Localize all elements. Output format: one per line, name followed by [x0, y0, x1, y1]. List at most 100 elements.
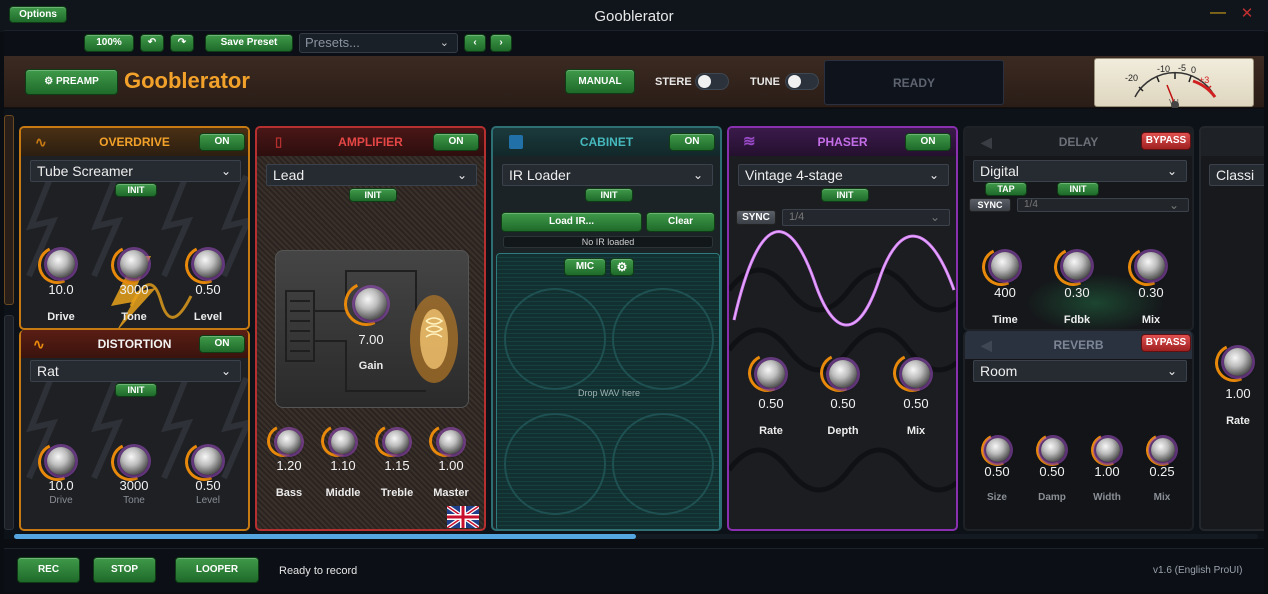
clear-ir-button[interactable]: Clear: [646, 212, 715, 232]
preamp-button[interactable]: ⚙ PREAMP: [25, 69, 118, 95]
reverb-module: ◀ REVERB BYPASS Room ⌄ 0.50 Size 0.50 Da…: [963, 331, 1194, 531]
delay-bypass-button[interactable]: BYPASS: [1141, 132, 1191, 150]
stop-button[interactable]: STOP: [93, 557, 156, 583]
chevron-down-icon: ⌄: [1168, 198, 1179, 212]
close-icon[interactable]: ✕: [1239, 6, 1255, 22]
phaser-on-button[interactable]: ON: [905, 133, 951, 151]
zoom-button[interactable]: 100%: [84, 34, 134, 52]
rec-button[interactable]: REC: [17, 557, 80, 583]
record-status: Ready to record: [279, 565, 358, 577]
cabinet-init-button[interactable]: INIT: [585, 188, 633, 202]
ir-drop-zone[interactable]: Drop WAV here: [496, 253, 720, 529]
next-preset-button[interactable]: ›: [490, 34, 512, 52]
phaser-rate-label: Rate: [759, 425, 783, 437]
overdrive-on-button[interactable]: ON: [199, 133, 245, 151]
amplifier-master-label: Master: [433, 487, 469, 499]
amplifier-treble-value: 1.15: [384, 458, 410, 473]
partial-rate-knob[interactable]: [1224, 348, 1252, 376]
prev-preset-button[interactable]: ‹: [464, 34, 486, 52]
amplifier-gain-knob[interactable]: [355, 288, 387, 320]
amplifier-treble-knob[interactable]: [385, 430, 409, 454]
cabinet-on-button[interactable]: ON: [669, 133, 715, 151]
delay-feedback-knob[interactable]: [1063, 252, 1091, 280]
overdrive-level-knob[interactable]: [194, 250, 222, 278]
save-preset-button[interactable]: Save Preset: [205, 34, 293, 52]
amplifier-middle-value: 1.10: [330, 458, 356, 473]
delay-tap-button[interactable]: TAP: [985, 182, 1027, 196]
amplifier-init-button[interactable]: INIT: [349, 188, 397, 202]
delay-feedback-label: Fdbk: [1063, 314, 1091, 326]
phaser-mix-knob[interactable]: [902, 360, 930, 388]
overdrive-tone-knob[interactable]: [120, 250, 148, 278]
delay-mix-value: 0.30: [1138, 285, 1164, 300]
phaser-mix-value: 0.50: [903, 396, 929, 411]
amplifier-gain-value: 7.00: [358, 332, 384, 347]
reverb-width-knob[interactable]: [1096, 438, 1120, 462]
overdrive-drive-knob[interactable]: [47, 250, 75, 278]
rack-scrollbar-thumb[interactable]: [14, 534, 636, 539]
overdrive-tone-label: Tone: [121, 311, 147, 323]
overdrive-model-select[interactable]: Tube Screamer ⌄: [30, 160, 241, 182]
partial-rate-value: 1.00: [1225, 386, 1251, 401]
minimize-icon[interactable]: —: [1210, 5, 1226, 22]
redo-button[interactable]: ↷: [170, 34, 194, 52]
distortion-tone-knob[interactable]: [120, 447, 148, 475]
phaser-sync-button[interactable]: SYNC: [736, 210, 776, 225]
cabinet-model-select[interactable]: IR Loader ⌄: [502, 164, 713, 186]
partial-model-select[interactable]: Classi: [1209, 164, 1264, 186]
distortion-drive-value: 10.0: [48, 478, 74, 493]
load-ir-button[interactable]: Load IR...: [501, 212, 642, 232]
amplifier-on-button[interactable]: ON: [433, 133, 479, 151]
distortion-title: DISTORTION: [97, 337, 172, 351]
preamp-label: PREAMP: [55, 76, 99, 87]
phaser-init-button[interactable]: INIT: [821, 188, 869, 202]
distortion-init-button[interactable]: INIT: [115, 383, 157, 397]
looper-button[interactable]: LOOPER: [175, 557, 259, 583]
distortion-tone-value: 3000: [119, 478, 149, 493]
delay-sync-button[interactable]: SYNC: [969, 198, 1011, 212]
overdrive-init-button[interactable]: INIT: [115, 183, 157, 197]
distortion-drive-knob[interactable]: [47, 447, 75, 475]
delay-division-value: 1/4: [1024, 199, 1038, 210]
manual-button[interactable]: MANUAL: [565, 69, 635, 94]
amplifier-middle-knob[interactable]: [331, 430, 355, 454]
phaser-depth-knob[interactable]: [829, 360, 857, 388]
tune-toggle[interactable]: [785, 73, 819, 90]
delay-model-select[interactable]: Digital ⌄: [973, 160, 1187, 182]
overdrive-level-label: Level: [193, 311, 223, 323]
reverb-bypass-button[interactable]: BYPASS: [1141, 334, 1191, 352]
waveform-icon: ≋: [743, 133, 756, 150]
delay-division-select[interactable]: 1/4 ⌄: [1017, 198, 1189, 212]
phaser-model-select[interactable]: Vintage 4-stage ⌄: [738, 164, 949, 186]
reverb-size-value: 0.50: [984, 464, 1010, 479]
amplifier-model-select[interactable]: Lead ⌄: [266, 164, 477, 186]
options-button[interactable]: Options: [9, 6, 67, 23]
presets-dropdown[interactable]: Presets... ⌄: [299, 33, 458, 53]
gear-icon[interactable]: ⚙: [610, 258, 634, 276]
amplifier-master-knob[interactable]: [439, 430, 463, 454]
delay-init-button[interactable]: INIT: [1057, 182, 1099, 196]
reverb-width-value: 1.00: [1094, 464, 1120, 479]
distortion-model-select[interactable]: Rat ⌄: [30, 360, 241, 382]
mic-button[interactable]: MIC: [564, 258, 606, 276]
phaser-division-select[interactable]: 1/4 ⌄: [782, 209, 950, 226]
phaser-rate-knob[interactable]: [757, 360, 785, 388]
undo-button[interactable]: ↶: [140, 34, 164, 52]
reverb-size-knob[interactable]: [986, 438, 1010, 462]
toggle-knob: [698, 75, 711, 88]
reverb-damp-knob[interactable]: [1041, 438, 1065, 462]
reverb-model-select[interactable]: Room ⌄: [973, 360, 1187, 382]
delay-time-knob[interactable]: [991, 252, 1019, 280]
tube-icon: ▯: [275, 134, 283, 149]
toggle-knob: [788, 75, 801, 88]
stereo-toggle[interactable]: [695, 73, 729, 90]
vu-tick: -20: [1125, 73, 1138, 83]
stereo-label: STERE: [655, 76, 692, 88]
speaker-icon: ◀: [981, 134, 992, 150]
reverb-mix-knob[interactable]: [1151, 438, 1175, 462]
reverb-mix-value: 0.25: [1149, 464, 1175, 479]
distortion-level-knob[interactable]: [194, 447, 222, 475]
delay-mix-knob[interactable]: [1137, 252, 1165, 280]
distortion-on-button[interactable]: ON: [199, 335, 245, 353]
amplifier-bass-knob[interactable]: [277, 430, 301, 454]
